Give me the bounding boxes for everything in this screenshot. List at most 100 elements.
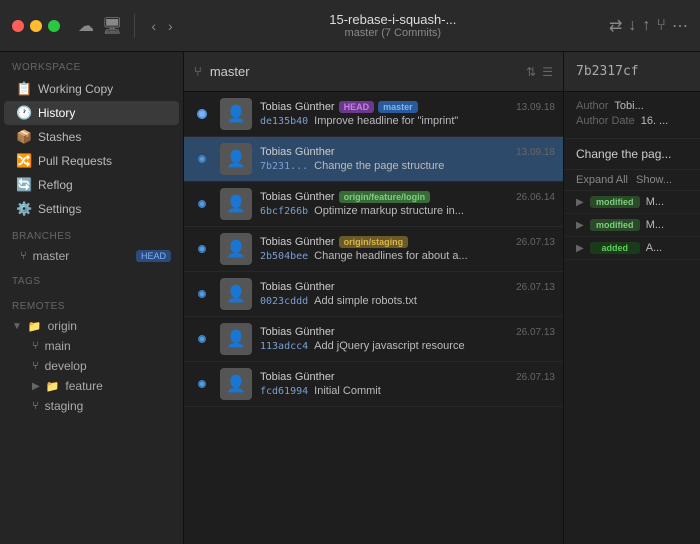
graph-node xyxy=(192,155,212,163)
show-button[interactable]: Show... xyxy=(636,174,672,186)
sidebar-remote-origin[interactable]: ▼ 📁 origin xyxy=(0,316,183,336)
server-icon[interactable]: 🖥 xyxy=(102,16,122,36)
stash-icon[interactable]: ⋯ xyxy=(672,16,688,36)
expand-all-button[interactable]: Expand All xyxy=(576,174,628,186)
window-controls xyxy=(12,20,60,32)
author-value: Tobi... xyxy=(614,100,643,112)
commit-dot xyxy=(197,109,207,119)
file-row[interactable]: ▶ added A... xyxy=(564,237,700,260)
fetch-icon[interactable]: ⇄ xyxy=(609,16,622,36)
sidebar-item-reflog[interactable]: 🔄 Reflog xyxy=(4,173,179,197)
commit-message: Change headlines for about a... xyxy=(314,250,468,262)
author-label: Author xyxy=(576,100,608,112)
titlebar-nav: ‹ › xyxy=(147,16,176,36)
sidebar-item-history[interactable]: 🕐 History xyxy=(4,101,179,125)
commit-message: Improve headline for "imprint" xyxy=(314,115,458,127)
commit-bottom: fcd61994 Initial Commit xyxy=(260,385,555,397)
origin-chevron-icon: ▼ xyxy=(12,321,22,332)
avatar: 👤 xyxy=(220,143,252,175)
commit-message: Add simple robots.txt xyxy=(314,295,417,307)
graph-node xyxy=(192,109,212,119)
commit-top: Tobias Günther HEAD master 13.09.18 xyxy=(260,101,555,113)
sort-icon[interactable]: ⇅ xyxy=(526,65,536,79)
cloud-icon[interactable]: ☁ xyxy=(78,16,94,36)
commit-top: Tobias Günther 13.09.18 xyxy=(260,146,555,158)
commit-message: Optimize markup structure in... xyxy=(314,205,464,217)
commit-info: Tobias Günther origin/feature/login 26.0… xyxy=(260,191,555,217)
feature-label: feature xyxy=(65,379,102,393)
sidebar-remote-origin-feature[interactable]: ▶ 📁 feature xyxy=(0,376,183,396)
reflog-icon: 🔄 xyxy=(16,177,32,193)
file-name: A... xyxy=(646,242,663,254)
view-toggle-icon[interactable]: ☰ xyxy=(542,65,553,79)
maximize-button[interactable] xyxy=(48,20,60,32)
commit-row[interactable]: 👤 Tobias Günther origin/staging 26.07.13… xyxy=(184,227,563,272)
commit-date: 13.09.18 xyxy=(516,102,555,113)
avatar: 👤 xyxy=(220,233,252,265)
commit-row[interactable]: 👤 Tobias Günther 13.09.18 7b231... Chang… xyxy=(184,137,563,182)
main-label: main xyxy=(45,339,71,353)
commit-hash: fcd61994 xyxy=(260,386,308,397)
pull-icon[interactable]: ↓ xyxy=(628,17,636,35)
sidebar-item-pull-requests[interactable]: 🔀 Pull Requests xyxy=(4,149,179,173)
branch-icon[interactable]: ⑂ xyxy=(656,17,666,35)
commit-row[interactable]: 👤 Tobias Günther HEAD master 13.09.18 de… xyxy=(184,92,563,137)
origin-staging-tag: origin/staging xyxy=(339,236,409,248)
sidebar-item-working-copy[interactable]: 📋 Working Copy xyxy=(4,77,179,101)
commit-bottom: 0023cddd Add simple robots.txt xyxy=(260,295,555,307)
file-status-badge: added xyxy=(590,242,640,254)
sidebar-item-stashes[interactable]: 📦 Stashes xyxy=(4,125,179,149)
titlebar: ☁ 🖥 ‹ › 15-rebase-i-squash-... master (7… xyxy=(0,0,700,52)
push-icon[interactable]: ↑ xyxy=(642,17,650,35)
commit-author: Tobias Günther xyxy=(260,191,335,203)
current-branch-label: master xyxy=(210,64,518,79)
commit-dot xyxy=(198,200,206,208)
commit-author: Tobias Günther xyxy=(260,146,335,158)
file-chevron-icon: ▶ xyxy=(576,220,584,231)
avatar: 👤 xyxy=(220,188,252,220)
avatar: 👤 xyxy=(220,368,252,400)
sidebar-item-master[interactable]: ⑂ master HEAD xyxy=(0,246,183,266)
settings-icon: ⚙️ xyxy=(16,201,32,217)
sidebar: Workspace 📋 Working Copy 🕐 History 📦 Sta… xyxy=(0,52,184,544)
commit-top: Tobias Günther origin/staging 26.07.13 xyxy=(260,236,555,248)
commit-row[interactable]: 👤 Tobias Günther 26.07.13 113adcc4 Add j… xyxy=(184,317,563,362)
sidebar-item-working-copy-label: Working Copy xyxy=(38,82,113,96)
commit-list: 👤 Tobias Günther HEAD master 13.09.18 de… xyxy=(184,92,563,544)
commit-info: Tobias Günther origin/staging 26.07.13 2… xyxy=(260,236,555,262)
origin-label: origin xyxy=(48,319,77,333)
minimize-button[interactable] xyxy=(30,20,42,32)
tags-section-label: Tags xyxy=(0,266,183,291)
commit-info: Tobias Günther 13.09.18 7b231... Change … xyxy=(260,146,555,172)
file-row[interactable]: ▶ modified M... xyxy=(564,214,700,237)
commit-dot xyxy=(198,245,206,253)
forward-button[interactable]: › xyxy=(164,16,177,36)
sidebar-remote-origin-develop[interactable]: ⑂ develop xyxy=(0,356,183,376)
commit-top: Tobias Günther 26.07.13 xyxy=(260,371,555,383)
avatar: 👤 xyxy=(220,278,252,310)
branch-master-label: master xyxy=(33,249,70,263)
graph-node xyxy=(192,380,212,388)
author-row: Author Tobi... xyxy=(576,100,688,112)
close-button[interactable] xyxy=(12,20,24,32)
sidebar-remote-origin-main[interactable]: ⑂ main xyxy=(0,336,183,356)
origin-folder-icon: 📁 xyxy=(28,320,42,333)
commit-bottom: de135b40 Improve headline for "imprint" xyxy=(260,115,555,127)
branch-master-icon: ⑂ xyxy=(20,250,27,262)
sidebar-item-settings-label: Settings xyxy=(38,202,81,216)
back-button[interactable]: ‹ xyxy=(147,16,160,36)
commit-panel: ⑂ master ⇅ ☰ 👤 Tobias Günther HEAD xyxy=(184,52,564,544)
commit-message: Add jQuery javascript resource xyxy=(314,340,464,352)
commit-bottom: 2b504bee Change headlines for about a... xyxy=(260,250,555,262)
file-row[interactable]: ▶ modified M... xyxy=(564,191,700,214)
commit-row[interactable]: 👤 Tobias Günther 26.07.13 fcd61994 Initi… xyxy=(184,362,563,407)
sidebar-item-settings[interactable]: ⚙️ Settings xyxy=(4,197,179,221)
remotes-section-label: Remotes xyxy=(0,291,183,316)
sidebar-toggle-icons: ☁ 🖥 xyxy=(78,16,122,36)
detail-panel: 7b2317cf Author Tobi... Author Date 16. … xyxy=(564,52,700,544)
commit-row[interactable]: 👤 Tobias Günther origin/feature/login 26… xyxy=(184,182,563,227)
commit-row[interactable]: 👤 Tobias Günther 26.07.13 0023cddd Add s… xyxy=(184,272,563,317)
sidebar-remote-origin-staging[interactable]: ⑂ staging xyxy=(0,396,183,416)
titlebar-sep-1 xyxy=(134,14,135,38)
commit-dot xyxy=(198,380,206,388)
